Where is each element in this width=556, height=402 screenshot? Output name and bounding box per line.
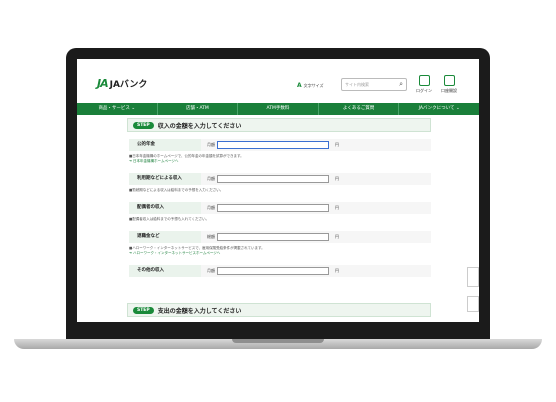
nav-item-products[interactable]: 商品・サービス ⌄ bbox=[77, 103, 158, 115]
search-input[interactable]: サイト内検索 ⌕ bbox=[341, 78, 407, 91]
row-label: 公的年金 bbox=[129, 139, 201, 151]
site-header: JA JAバンク A 文字サイズ サイト内検索 ⌕ ログイン 口座開設 bbox=[77, 59, 479, 103]
row-value: 月額 円 bbox=[201, 202, 431, 214]
logo-mark: JA bbox=[97, 77, 109, 90]
row-unit: 円 bbox=[335, 142, 339, 147]
step2-title: 支出の金額を入力してください bbox=[157, 307, 242, 315]
spouse-income-input[interactable] bbox=[217, 204, 329, 212]
note-work: ■勤続期などによる収入は給料までの予想を入力ください。 bbox=[129, 188, 224, 192]
nav-item-faq[interactable]: よくあるご質問 bbox=[319, 103, 400, 115]
income-row-retirement: 退職金など 総額 円 bbox=[129, 231, 431, 243]
login-label: ログイン bbox=[416, 88, 432, 93]
step1-header: STEP 収入の金額を入力してください bbox=[127, 118, 431, 132]
retirement-input[interactable] bbox=[217, 233, 329, 241]
row-label: 利用期などによる収入 bbox=[129, 173, 201, 185]
main-nav: 商品・サービス ⌄ 店舗・ATM ATM手数料 よくあるご質問 JAバンクについ… bbox=[77, 103, 479, 115]
login-icon bbox=[418, 75, 430, 86]
row-value: 総額 円 bbox=[201, 231, 431, 243]
font-size-icon: A bbox=[297, 82, 302, 89]
font-size-label: 文字サイズ bbox=[303, 82, 324, 88]
laptop-notch bbox=[232, 339, 324, 343]
other-income-input[interactable] bbox=[217, 267, 329, 275]
open-account-label: 口座開設 bbox=[441, 88, 457, 93]
browser-screen: JA JAバンク A 文字サイズ サイト内検索 ⌕ ログイン 口座開設 商品・サ… bbox=[77, 59, 479, 322]
row-prefix: 月額 bbox=[207, 268, 215, 273]
income-row-spouse: 配偶者の収入 月額 円 bbox=[129, 202, 431, 214]
income-row-pension: 公的年金 月額 円 bbox=[129, 139, 431, 151]
row-unit: 円 bbox=[335, 234, 339, 239]
nav-item-stores[interactable]: 店舗・ATM bbox=[158, 103, 239, 115]
search-icon[interactable]: ⌕ bbox=[399, 80, 403, 89]
logo-text: JAバンク bbox=[109, 80, 148, 90]
step1-title: 収入の金額を入力してください bbox=[157, 122, 242, 130]
row-unit: 円 bbox=[335, 268, 339, 273]
row-unit: 円 bbox=[335, 205, 339, 210]
link-hellowork[interactable]: ➔ ハローワーク・インターネットサービスホームページへ bbox=[129, 251, 220, 256]
income-row-other: その他の収入 月額 円 bbox=[129, 265, 431, 277]
work-income-input[interactable] bbox=[217, 175, 329, 183]
row-label: 配偶者の収入 bbox=[129, 202, 201, 214]
row-value: 月額 円 bbox=[201, 265, 431, 277]
step2-badge: STEP bbox=[133, 306, 154, 314]
step2-header: STEP 支出の金額を入力してください bbox=[127, 303, 431, 317]
ja-bank-logo[interactable]: JA JAバンク bbox=[97, 77, 147, 90]
link-pension-site[interactable]: ➔ 日本年金機構ホームページへ bbox=[129, 159, 178, 164]
font-size-control[interactable]: A 文字サイズ bbox=[297, 82, 324, 89]
row-prefix: 総額 bbox=[207, 234, 215, 239]
row-label: その他の収入 bbox=[129, 265, 201, 277]
side-floating-button[interactable] bbox=[467, 267, 479, 287]
side-floating-button[interactable] bbox=[467, 296, 479, 312]
login-button[interactable]: ログイン bbox=[414, 75, 434, 94]
income-row-work: 利用期などによる収入 月額 円 bbox=[129, 173, 431, 185]
note-spouse: ■配偶者収入は給料までの予想も入れてください。 bbox=[129, 217, 210, 221]
pension-input[interactable] bbox=[217, 141, 329, 149]
row-prefix: 月額 bbox=[207, 176, 215, 181]
open-account-icon bbox=[443, 75, 455, 86]
row-prefix: 月額 bbox=[207, 142, 215, 147]
step1-badge: STEP bbox=[133, 121, 154, 129]
row-value: 月額 円 bbox=[201, 173, 431, 185]
nav-item-about[interactable]: JAバンクについて ⌄ bbox=[399, 103, 479, 115]
row-prefix: 月額 bbox=[207, 205, 215, 210]
search-placeholder: サイト内検索 bbox=[345, 82, 369, 87]
row-unit: 円 bbox=[335, 176, 339, 181]
row-value: 月額 円 bbox=[201, 139, 431, 151]
row-label: 退職金など bbox=[129, 231, 201, 243]
open-account-button[interactable]: 口座開設 bbox=[439, 75, 459, 94]
nav-item-atm-fees[interactable]: ATM手数料 bbox=[238, 103, 319, 115]
